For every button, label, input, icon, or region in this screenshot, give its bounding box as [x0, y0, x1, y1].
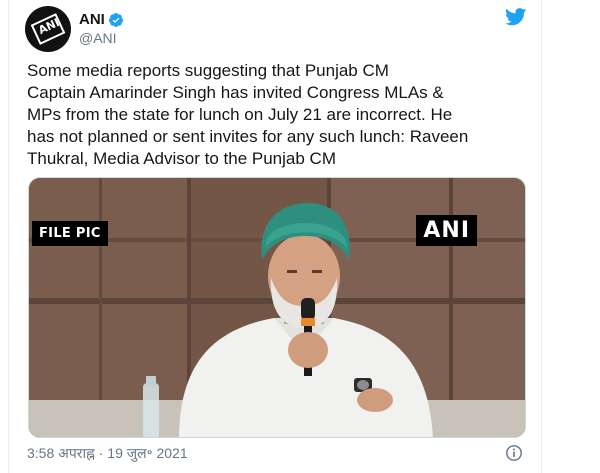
tweet-timestamp[interactable]: 3:58 अपराह्न · 19 जुल॰ 2021: [27, 444, 188, 463]
avatar[interactable]: ANI: [25, 6, 71, 52]
tweet-card: ANI ANI @ANI Some media reports suggesti…: [8, 0, 542, 473]
verified-badge-icon: [108, 12, 124, 28]
ani-watermark-label: ANI: [416, 215, 477, 246]
tweet-text-line: Captain Amarinder Singh has invited Cong…: [27, 83, 444, 102]
name-row: ANI: [79, 11, 124, 29]
user-block: ANI @ANI: [79, 11, 124, 47]
file-pic-label: FILE PIC: [32, 221, 108, 246]
tweet-text-line: MPs from the state for lunch on July 21 …: [27, 105, 453, 124]
tweet-media-photo[interactable]: FILE PIC ANI: [28, 177, 526, 438]
handle[interactable]: @ANI: [79, 29, 124, 47]
tweet-header: ANI ANI @ANI: [25, 5, 124, 53]
tweet-text-line: Thukral, Media Advisor to the Punjab CM: [27, 149, 336, 168]
display-name[interactable]: ANI: [79, 11, 105, 29]
info-icon[interactable]: [505, 444, 523, 462]
tweet-text: Some media reports suggesting that Punja…: [27, 60, 527, 170]
twitter-bird-icon[interactable]: [505, 8, 527, 26]
tweet-text-line: has not planned or sent invites for any …: [27, 127, 469, 146]
tweet-text-line: Some media reports suggesting that Punja…: [27, 61, 389, 80]
